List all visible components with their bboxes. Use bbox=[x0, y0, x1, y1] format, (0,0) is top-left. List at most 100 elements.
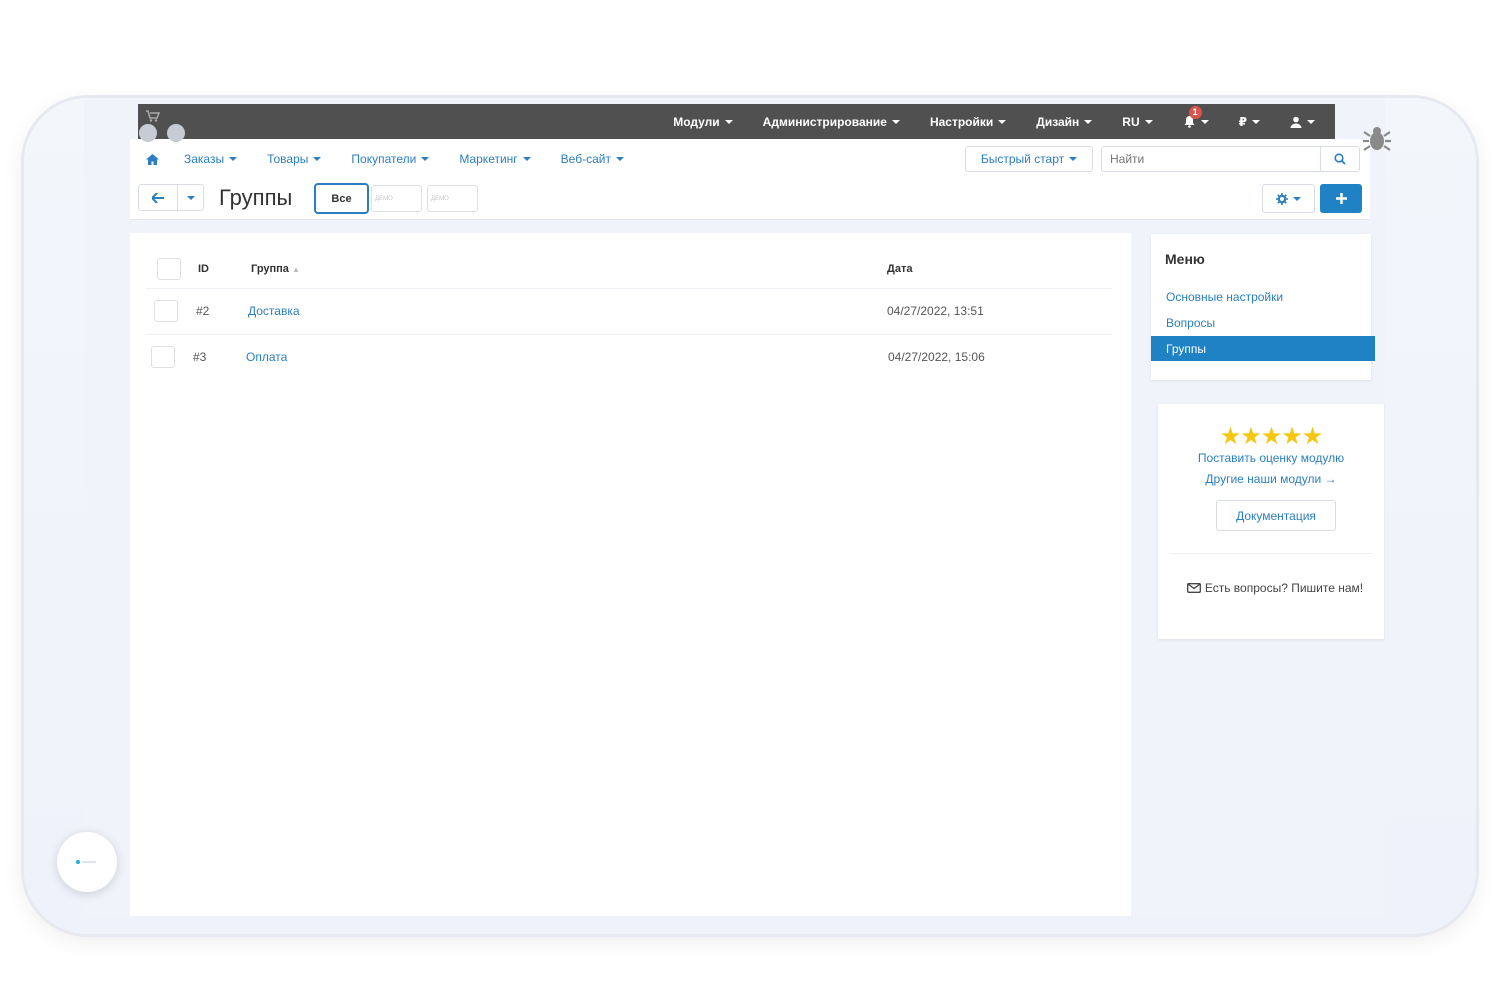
menu-design[interactable]: Дизайн bbox=[1036, 114, 1093, 129]
groups-table: ID Группа ▲ Дата #2 Доставка 04/27/2022,… bbox=[130, 233, 1131, 916]
rate-module-link[interactable]: Поставить оценку модулю bbox=[1158, 451, 1384, 465]
nav-orders[interactable]: Заказы bbox=[184, 152, 238, 166]
menu-modules-label: Модули bbox=[673, 114, 720, 129]
home-icon bbox=[146, 153, 159, 165]
chevron-down-icon bbox=[1069, 157, 1078, 161]
menu-currency-label: ₽ bbox=[1238, 114, 1247, 129]
nav-marketing[interactable]: Маркетинг bbox=[459, 152, 531, 166]
back-button[interactable] bbox=[138, 184, 178, 211]
menu-settings[interactable]: Настройки bbox=[930, 115, 1007, 129]
menu-language[interactable]: RU bbox=[1122, 114, 1153, 129]
chevron-down-icon bbox=[998, 119, 1007, 124]
chat-widget-button[interactable] bbox=[57, 832, 117, 892]
filter-all-button[interactable]: Все bbox=[314, 183, 369, 214]
chevron-down-icon bbox=[1252, 119, 1260, 124]
menu-language-label: RU bbox=[1122, 114, 1140, 129]
gear-icon bbox=[1276, 192, 1288, 205]
nav-products[interactable]: Товары bbox=[267, 152, 322, 166]
quick-start-label: Быстрый старт bbox=[980, 152, 1065, 166]
menu-user[interactable] bbox=[1290, 116, 1315, 128]
row-group-link[interactable]: Оплата bbox=[246, 350, 287, 364]
demo-label: ДЕМО bbox=[375, 195, 393, 202]
top-menu: Модули Администрирование Настройки Дизай… bbox=[673, 104, 1335, 139]
plus-icon bbox=[1335, 193, 1347, 204]
row-id: #2 bbox=[196, 304, 210, 318]
chat-widget-dot bbox=[76, 860, 80, 864]
rating-stars[interactable]: ★★★★★ bbox=[1158, 422, 1384, 451]
envelope-icon bbox=[1186, 583, 1201, 593]
back-dropdown-button[interactable] bbox=[177, 184, 204, 211]
chevron-down-icon bbox=[1293, 196, 1301, 201]
main-nav-bar: Заказы Товары Покупатели Маркетинг Веб-с… bbox=[130, 139, 1370, 179]
chevron-down-icon bbox=[186, 195, 195, 200]
top-admin-bar: Модули Администрирование Настройки Дизай… bbox=[138, 104, 1335, 139]
arrow-left-icon bbox=[152, 192, 164, 203]
divider bbox=[146, 334, 1112, 335]
settings-dropdown-button[interactable] bbox=[1262, 184, 1315, 213]
nav-website-label: Веб-сайт bbox=[560, 152, 611, 166]
nav-products-label: Товары bbox=[267, 152, 309, 166]
user-icon bbox=[1290, 116, 1302, 128]
side-item-groups[interactable]: Группы bbox=[1151, 336, 1375, 361]
menu-administration-label: Администрирование bbox=[762, 114, 887, 129]
side-item-questions[interactable]: Вопросы bbox=[1151, 310, 1375, 335]
row-group-link[interactable]: Доставка bbox=[248, 304, 300, 318]
row-date: 04/27/2022, 15:06 bbox=[888, 350, 985, 364]
column-date[interactable]: Дата bbox=[887, 263, 912, 275]
chevron-down-icon bbox=[1144, 119, 1153, 124]
side-item-basic-settings[interactable]: Основные настройки bbox=[1151, 284, 1375, 309]
notification-badge: 1 bbox=[1188, 106, 1202, 119]
chat-widget-line bbox=[82, 861, 96, 863]
menu-administration[interactable]: Администрирование bbox=[763, 115, 900, 129]
nav-website[interactable]: Веб-сайт bbox=[561, 152, 624, 166]
nav-orders-label: Заказы bbox=[184, 152, 225, 166]
select-all-checkbox[interactable] bbox=[157, 258, 181, 280]
nav-marketing-label: Маркетинг bbox=[459, 152, 518, 166]
cart-icon[interactable] bbox=[146, 110, 161, 125]
chevron-down-icon bbox=[522, 157, 531, 161]
row-id: #3 bbox=[193, 350, 207, 364]
demo-label: ДЕМО bbox=[431, 195, 449, 202]
side-menu: Меню Основные настройки Вопросы Группы bbox=[1151, 234, 1375, 380]
nav-customers[interactable]: Покупатели bbox=[351, 152, 430, 166]
row-checkbox[interactable] bbox=[154, 300, 178, 322]
app-screen: Модули Администрирование Настройки Дизай… bbox=[84, 100, 1385, 916]
quick-start-button[interactable]: Быстрый старт bbox=[965, 146, 1093, 172]
column-group[interactable]: Группа ▲ bbox=[251, 263, 300, 275]
chevron-down-icon bbox=[1200, 119, 1209, 124]
other-modules-link[interactable]: Другие наши модули → bbox=[1158, 472, 1384, 486]
menu-design-label: Дизайн bbox=[1036, 114, 1080, 129]
window-control-dot bbox=[139, 124, 157, 142]
row-checkbox[interactable] bbox=[151, 346, 175, 368]
contact-link[interactable]: Есть вопросы? Пишите нам! bbox=[1186, 578, 1364, 599]
chevron-down-icon bbox=[1307, 119, 1315, 124]
column-group-label: Группа bbox=[251, 263, 289, 275]
chevron-down-icon bbox=[421, 157, 430, 161]
documentation-button[interactable]: Документация bbox=[1216, 500, 1336, 531]
page-toolbar: Группы Все ДЕМО ДЕМО bbox=[130, 179, 1370, 220]
search-icon bbox=[1334, 153, 1346, 165]
demo-button-1[interactable]: ДЕМО bbox=[371, 185, 422, 212]
add-button[interactable] bbox=[1320, 184, 1362, 213]
divider bbox=[1170, 553, 1372, 554]
chevron-down-icon bbox=[891, 119, 900, 124]
menu-notifications[interactable]: 1 bbox=[1183, 106, 1209, 128]
column-id[interactable]: ID bbox=[198, 263, 209, 275]
sort-asc-icon: ▲ bbox=[291, 265, 300, 274]
menu-modules[interactable]: Модули bbox=[673, 114, 733, 129]
bug-icon[interactable] bbox=[1362, 124, 1392, 159]
page-title: Группы bbox=[219, 185, 293, 210]
menu-currency[interactable]: ₽ bbox=[1239, 115, 1260, 129]
demo-button-2[interactable]: ДЕМО bbox=[427, 185, 478, 212]
search-input[interactable] bbox=[1101, 146, 1320, 172]
nav-home[interactable] bbox=[146, 153, 159, 165]
chevron-down-icon bbox=[724, 119, 733, 124]
nav-customers-label: Покупатели bbox=[351, 152, 417, 166]
window-control-dot bbox=[167, 124, 185, 142]
main-nav: Заказы Товары Покупатели Маркетинг Веб-с… bbox=[146, 152, 654, 166]
chevron-down-icon bbox=[615, 157, 624, 161]
search-button[interactable] bbox=[1320, 146, 1360, 172]
contact-text: Есть вопросы? Пишите нам! bbox=[1204, 581, 1364, 595]
divider bbox=[146, 288, 1112, 289]
row-date: 04/27/2022, 13:51 bbox=[887, 304, 984, 318]
